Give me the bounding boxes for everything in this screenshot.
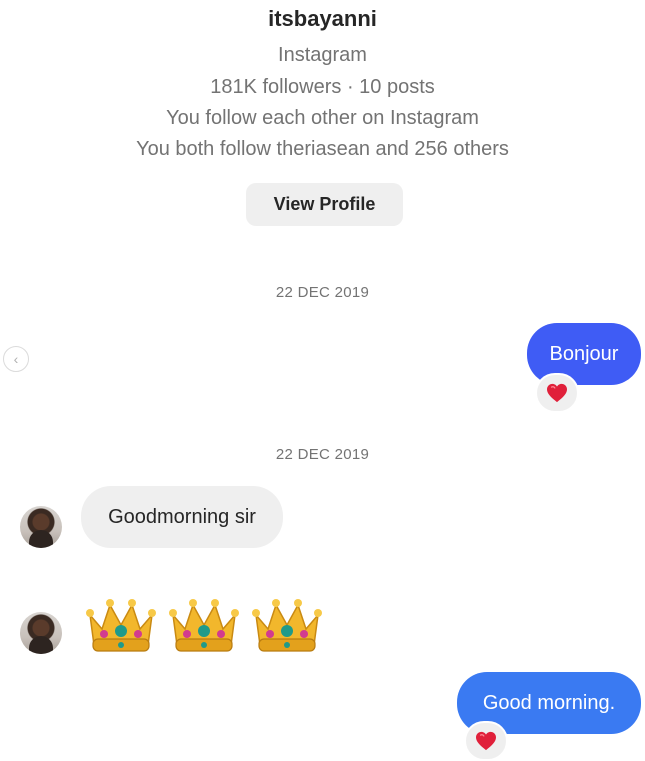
crown-icon bbox=[252, 599, 322, 652]
profile-username: itsbayanni bbox=[268, 6, 377, 31]
crown-icon bbox=[169, 599, 239, 652]
date-separator: 22 DEC 2019 bbox=[275, 446, 370, 463]
avatar[interactable] bbox=[20, 506, 62, 548]
avatar[interactable] bbox=[20, 612, 62, 654]
view-profile-button[interactable]: View Profile bbox=[246, 183, 403, 226]
mutual-friends-text: You both follow theriasean and 256 other… bbox=[136, 138, 509, 160]
date-separator: 22 DEC 2019 bbox=[275, 284, 370, 301]
heart-reaction[interactable] bbox=[535, 373, 579, 413]
profile-platform: Instagram bbox=[278, 44, 367, 66]
received-message[interactable]: Goodmorning sir bbox=[81, 486, 283, 548]
mutual-follow-text: You follow each other on Instagram bbox=[166, 107, 479, 129]
chevron-left-icon[interactable]: ‹ bbox=[3, 346, 29, 372]
crown-emoji-message[interactable] bbox=[84, 589, 324, 655]
heart-icon bbox=[547, 383, 567, 403]
profile-stats: 181K followers · 10 posts bbox=[210, 76, 435, 98]
heart-icon bbox=[476, 731, 496, 751]
heart-reaction[interactable] bbox=[464, 721, 508, 761]
crown-icon bbox=[86, 599, 156, 652]
